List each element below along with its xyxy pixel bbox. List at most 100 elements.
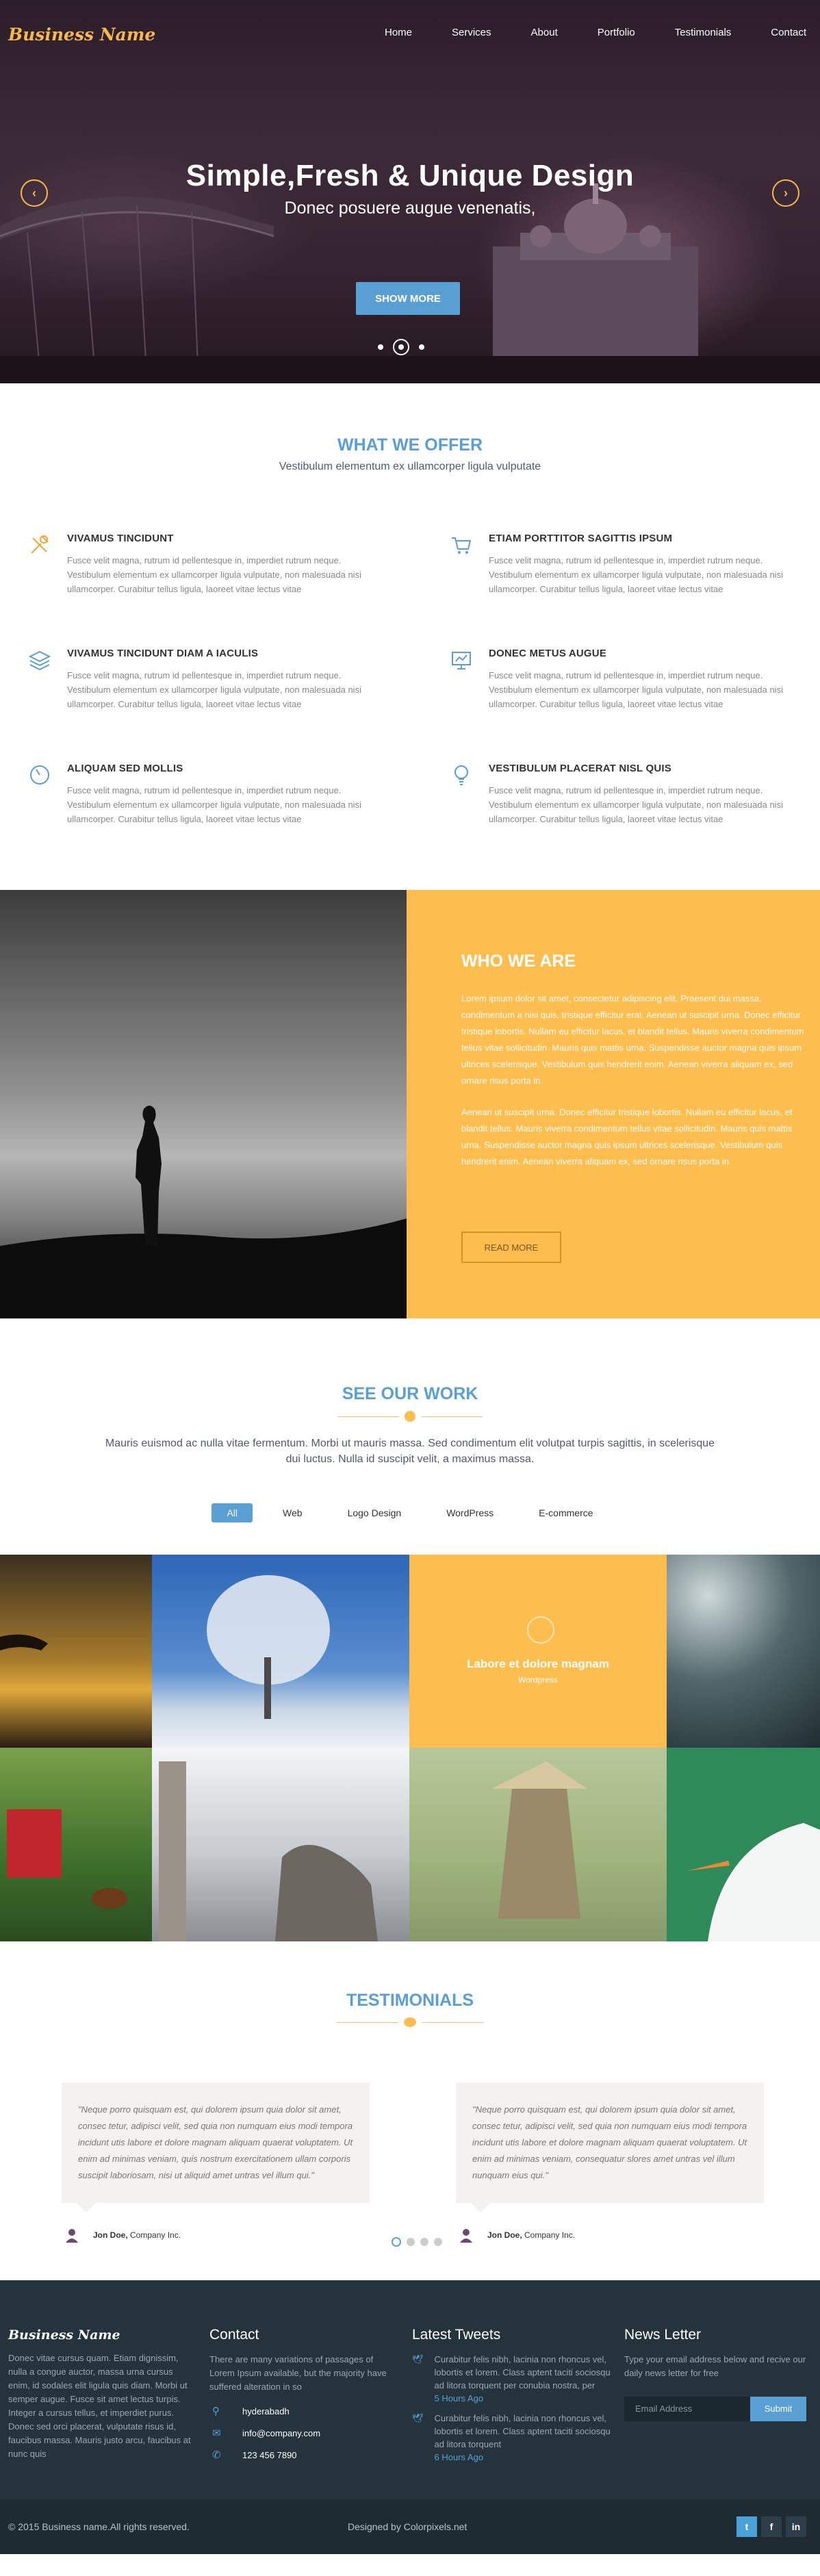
show-more-button[interactable]: SHOW MORE [356, 282, 460, 315]
slider-dot-active[interactable] [393, 339, 409, 355]
feature-text: Fusce velit magna, rutrum id pellentesqu… [67, 670, 361, 709]
portfolio-item-farmer[interactable] [409, 1748, 667, 1941]
nav-about[interactable]: About [531, 27, 558, 38]
tweet-time[interactable]: 6 Hours Ago [435, 2452, 484, 2462]
who-paragraph: Lorem ipsum dolor sit amet, consectetur … [461, 993, 804, 1086]
feature-text: Fusce velit magna, rutrum id pellentesqu… [67, 555, 361, 594]
footer-bottom-bar: © 2015 Business name.All rights reserved… [0, 2499, 820, 2554]
newsletter-text: Type your email address below and recive… [624, 2354, 806, 2378]
testimonial-dots [392, 2237, 442, 2247]
user-avatar-icon [66, 2229, 78, 2243]
nav-testimonials[interactable]: Testimonials [675, 27, 732, 38]
filter-wordpress[interactable]: WordPress [431, 1503, 509, 1522]
testimonials-title: TESTIMONIALS [346, 1991, 474, 2010]
who-title: WHO WE ARE [461, 952, 576, 971]
tweet-item: 🕊 Curabitur felis nibh, lacinia non rhon… [412, 2353, 611, 2405]
facebook-icon[interactable]: f [761, 2516, 782, 2537]
hero-subtitle: Donec posuere augue venenatis, [284, 199, 536, 218]
portfolio-item-stork[interactable] [667, 1748, 820, 1941]
newsletter-title: News Letter [624, 2327, 702, 2343]
author-company: Company Inc. [130, 2230, 181, 2240]
portfolio-filters: All Web Logo Design WordPress E-commerce [0, 1503, 820, 1522]
title-divider [0, 2017, 820, 2027]
feature-item: ALIQUAM SED MOLLIS Fusce velit magna, ru… [27, 763, 383, 826]
testimonial-author: Jon Doe, Company Inc. [62, 2228, 370, 2243]
feature-title: VIVAMUS TINCIDUNT [67, 533, 174, 544]
newsletter-submit-button[interactable]: Submit [750, 2397, 806, 2421]
filter-logo-design[interactable]: Logo Design [333, 1503, 417, 1522]
footer-about-text: Donec vitae cursus quam. Etiam dignissim… [8, 2353, 191, 2459]
chevron-left-icon: ‹ [32, 186, 36, 200]
tools-icon [31, 535, 49, 554]
chat-icon [404, 2017, 416, 2027]
portfolio-grid: Labore et dolore magnam Wordpress [0, 1555, 820, 1941]
testimonial-card: "Neque porro quisquam est, qui dolorem i… [456, 2082, 764, 2243]
nav-services[interactable]: Services [452, 27, 491, 38]
work-text: Mauris euismod ac nulla vitae fermentum.… [105, 1438, 715, 1465]
feature-title: ALIQUAM SED MOLLIS [67, 763, 183, 774]
contact-phone: ✆ 123 456 7890 [209, 2449, 394, 2462]
hero-title: Simple,Fresh & Unique Design [185, 159, 635, 192]
offer-subtitle: Vestibulum elementum ex ullamcorper ligu… [279, 461, 541, 472]
filter-ecommerce[interactable]: E-commerce [524, 1503, 608, 1522]
work-section: SEE OUR WORK Mauris euismod ac nulla vit… [0, 1318, 820, 1555]
read-more-button[interactable]: READ MORE [461, 1232, 561, 1263]
copyright-text: © 2015 Business name.All rights reserved… [8, 2521, 190, 2532]
contact-email[interactable]: ✉ info@company.com [209, 2427, 394, 2440]
eye-icon[interactable] [527, 1616, 554, 1644]
portfolio-item-football[interactable] [0, 1748, 152, 1941]
designer-credit[interactable]: Designed by Colorpixels.net [348, 2520, 467, 2534]
filter-all[interactable]: All [212, 1503, 253, 1522]
twitter-icon[interactable]: t [736, 2516, 757, 2537]
newsletter-email-input[interactable]: Email Address [624, 2397, 750, 2421]
testimonial-author: Jon Doe, Company Inc. [456, 2228, 764, 2243]
chevron-right-icon: › [784, 186, 788, 200]
feature-item: ETIAM PORTTITOR SAGITTIS IPSUM Fusce vel… [449, 533, 805, 596]
envelope-icon: ✉ [212, 2427, 221, 2439]
feature-item: VIVAMUS TINCIDUNT Fusce velit magna, rut… [27, 533, 383, 596]
offer-section: WHAT WE OFFER Vestibulum elementum ex ul… [0, 383, 820, 890]
portfolio-item-bokeh[interactable] [667, 1555, 820, 1748]
slider-dot[interactable] [419, 344, 424, 350]
nav-portfolio[interactable]: Portfolio [598, 27, 635, 38]
tweet-time[interactable]: 5 Hours Ago [435, 2393, 484, 2403]
testimonial-dot-active[interactable] [392, 2237, 401, 2247]
tweet-item: 🕊 Curabitur felis nibh, lacinia non rhon… [412, 2412, 611, 2464]
footer-logo[interactable]: Business Name [8, 2328, 193, 2342]
location-text: hyderabadh [242, 2406, 290, 2416]
star-icon [405, 1411, 415, 1422]
layers-icon [28, 650, 51, 671]
slider-next-button[interactable]: › [772, 179, 799, 207]
feature-text: Fusce velit magna, rutrum id pellentesqu… [489, 785, 783, 824]
who-paragraph: Aenean ut suscipit urna. Donec efficitur… [461, 1107, 793, 1166]
testimonial-dot[interactable] [407, 2238, 415, 2246]
email-text[interactable]: info@company.com [242, 2427, 320, 2440]
testimonial-dot[interactable] [434, 2238, 442, 2246]
author-name: Jon Doe, [93, 2230, 128, 2240]
title-divider [0, 1411, 820, 1422]
tweet-text: Curabitur felis nibh, lacinia non rhoncu… [434, 2354, 611, 2390]
portfolio-hover-category: Wordpress [518, 1675, 558, 1685]
feature-text: Fusce velit magna, rutrum id pellentesqu… [489, 555, 783, 594]
tweets-title: Latest Tweets [412, 2327, 501, 2343]
testimonial-dot[interactable] [420, 2238, 428, 2246]
feature-text: Fusce velit magna, rutrum id pellentesqu… [489, 670, 783, 709]
slider-prev-button[interactable]: ‹ [21, 179, 48, 207]
feature-item: VESTIBULUM PLACERAT NISL QUIS Fusce veli… [449, 763, 805, 826]
testimonial-card: "Neque porro quisquam est, qui dolorem i… [62, 2082, 370, 2243]
site-logo[interactable]: Business Name [8, 25, 155, 44]
portfolio-item-tree[interactable] [152, 1555, 409, 1748]
nav-contact[interactable]: Contact [771, 27, 806, 38]
portfolio-item-bird[interactable] [0, 1555, 152, 1748]
linkedin-icon[interactable]: in [786, 2516, 806, 2537]
portfolio-item-gargoyle[interactable] [152, 1748, 409, 1941]
contact-location: ⚲ hyderabadh [209, 2405, 394, 2419]
filter-web[interactable]: Web [268, 1503, 318, 1522]
portfolio-item-hover[interactable]: Labore et dolore magnam Wordpress [409, 1555, 667, 1748]
slider-dot[interactable] [378, 344, 383, 350]
testimonial-quote: "Neque porro quisquam est, qui dolorem i… [456, 2082, 764, 2212]
feature-item: DONEC METUS AUGUE Fusce velit magna, rut… [449, 648, 805, 711]
nav-home[interactable]: Home [385, 27, 412, 38]
user-avatar-icon [460, 2229, 472, 2243]
footer-tweets: Latest Tweets 🕊 Curabitur felis nibh, la… [412, 2328, 611, 2464]
